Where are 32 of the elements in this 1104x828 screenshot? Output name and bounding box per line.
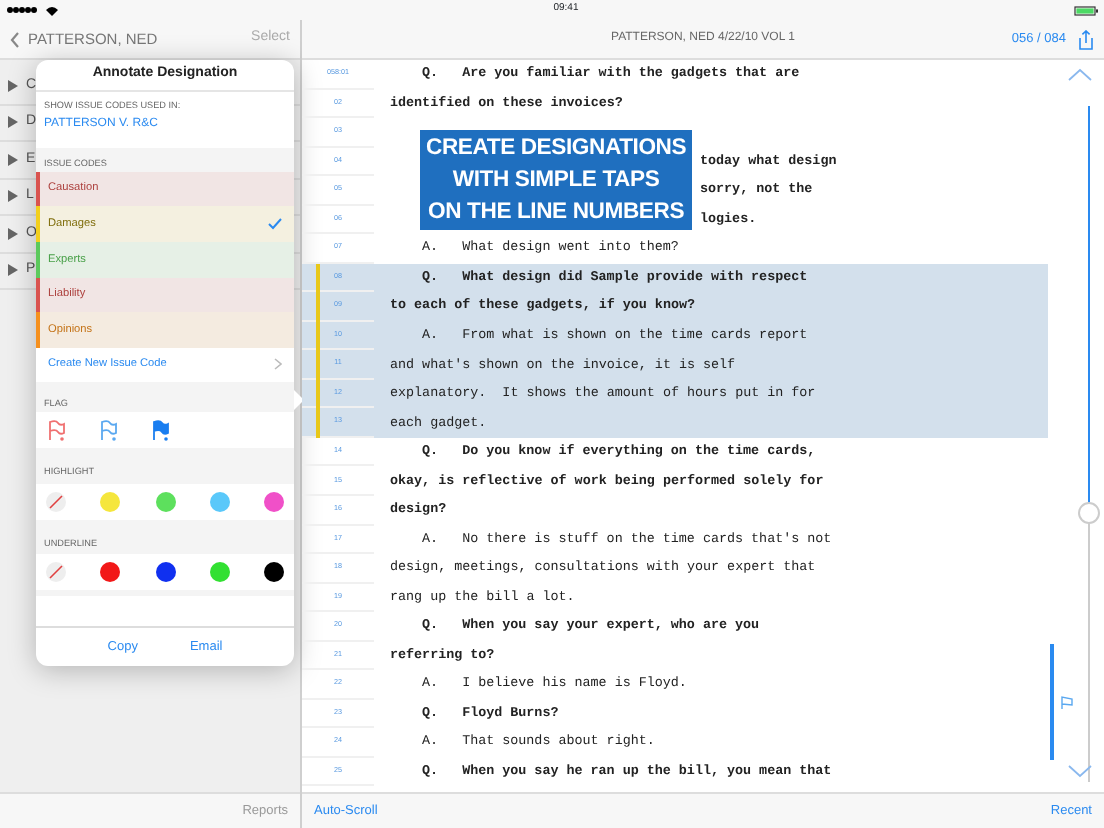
flag-icon[interactable] bbox=[152, 420, 170, 443]
signal-icon bbox=[6, 6, 38, 14]
disclosure-icon[interactable] bbox=[8, 116, 18, 129]
battery-icon bbox=[1073, 5, 1098, 15]
flag-icon[interactable] bbox=[1060, 696, 1074, 710]
designation-marker[interactable] bbox=[1050, 644, 1054, 760]
disclosure-icon[interactable] bbox=[8, 190, 18, 203]
underline-swatch[interactable] bbox=[155, 562, 175, 583]
highlight-swatch[interactable] bbox=[100, 491, 121, 512]
disclosure-icon[interactable] bbox=[8, 79, 18, 92]
disclosure-icon[interactable] bbox=[8, 264, 18, 277]
highlight-swatch[interactable] bbox=[264, 491, 284, 512]
wifi-icon bbox=[46, 5, 58, 15]
no-color-icon[interactable] bbox=[46, 491, 66, 512]
chevron-icon bbox=[274, 358, 282, 371]
no-color-icon[interactable] bbox=[46, 562, 66, 583]
promo-banner: CREATE DESIGNATIONS WITH SIMPLE TAPS ON THE LINE NUMBERS bbox=[420, 130, 693, 230]
slider-thumb[interactable] bbox=[1078, 501, 1100, 524]
back-icon bbox=[10, 31, 20, 47]
underline-swatch[interactable] bbox=[209, 562, 230, 583]
disclosure-icon[interactable] bbox=[8, 227, 18, 240]
slider-track[interactable] bbox=[1078, 106, 1100, 782]
highlight-swatch[interactable] bbox=[155, 491, 175, 512]
flag-icon[interactable] bbox=[100, 420, 118, 443]
chevron-down-icon[interactable] bbox=[1068, 764, 1092, 778]
highlight-swatch[interactable] bbox=[209, 491, 230, 512]
underline-swatch[interactable] bbox=[264, 562, 284, 583]
flag-icon[interactable] bbox=[48, 420, 66, 443]
chevron-up-icon[interactable] bbox=[1068, 68, 1092, 82]
underline-swatch[interactable] bbox=[100, 562, 121, 583]
share-icon[interactable] bbox=[1078, 29, 1094, 49]
disclosure-icon[interactable] bbox=[8, 153, 18, 166]
